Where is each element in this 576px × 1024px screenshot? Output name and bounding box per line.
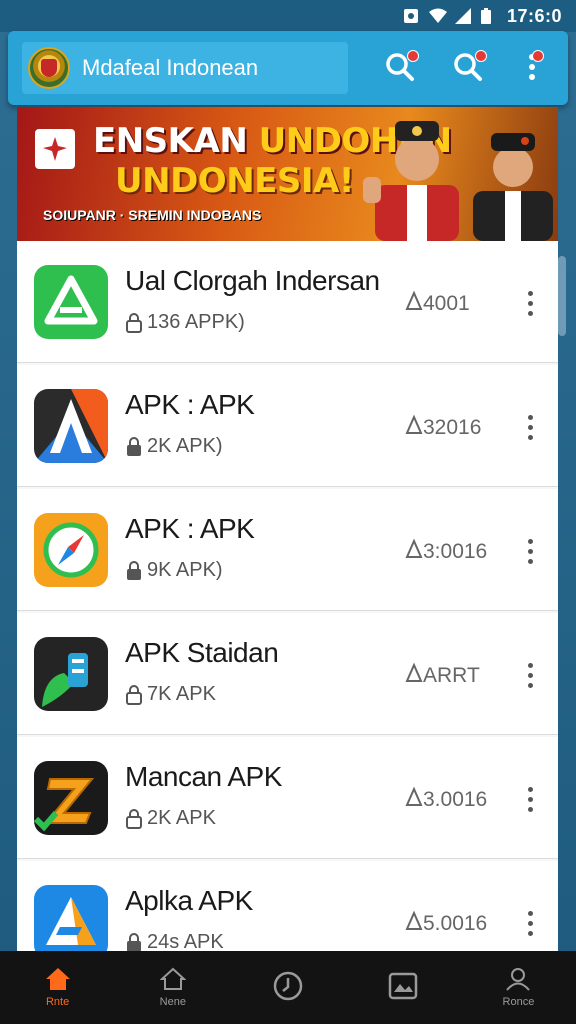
list-item[interactable]: Mancan APK 2K APK 3.0016	[17, 737, 558, 859]
app-title: Mdafeal Indonean	[82, 55, 259, 80]
z-logo-icon	[34, 761, 108, 835]
app-version: 32016	[405, 414, 481, 441]
lock-icon	[125, 436, 143, 457]
version-icon	[405, 414, 423, 441]
banner-tagline: SOIUPANR · SREMIN INDOBANS	[43, 207, 262, 223]
banner-subheadline: UNDONESIA!	[115, 161, 354, 201]
app-version: ARRT	[405, 662, 480, 689]
item-menu-button[interactable]	[517, 779, 543, 819]
list-item[interactable]: APK Staidan 7K APK ARRT	[17, 613, 558, 735]
version-icon	[405, 786, 423, 813]
app-title-box: Mdafeal Indonean	[22, 42, 348, 94]
list-item[interactable]: Aplka APK 24s APK 5.0016	[17, 861, 558, 951]
airplane-icon	[35, 129, 75, 169]
promo-banner[interactable]: ENSKAN UNDOHAN UNDONESIA! SOIUPANR · SRE…	[17, 107, 558, 241]
compass-icon	[34, 513, 108, 587]
item-menu-button[interactable]	[517, 283, 543, 323]
version-icon	[405, 538, 423, 565]
app-bar: Mdafeal Indonean	[8, 31, 568, 105]
app-name: Ual Clorgah Indersan	[125, 265, 380, 296]
app-name: Aplka APK	[125, 885, 253, 916]
app-name: Mancan APK	[125, 761, 282, 792]
app-size: 7K APK	[125, 683, 216, 706]
app-size: 24s APK	[125, 931, 224, 951]
list-item[interactable]: Ual Clorgah Indersan 136 APPK) 4001	[17, 241, 558, 363]
overflow-menu-button[interactable]	[510, 47, 554, 91]
green-triangle-icon	[34, 265, 108, 339]
notification-badge	[407, 50, 419, 62]
app-version: 5.0016	[405, 910, 487, 937]
status-bar: 17:6:0	[0, 0, 576, 32]
search-filter-button[interactable]	[446, 47, 490, 91]
nav-home[interactable]: Rnte	[0, 951, 115, 1024]
signal-icon	[454, 8, 471, 24]
home-outline-icon	[159, 967, 187, 994]
version-icon	[405, 910, 423, 937]
clock-icon	[272, 970, 304, 1005]
lock-icon	[125, 808, 143, 829]
notification-badge	[475, 50, 487, 62]
person-icon	[505, 967, 531, 994]
notification-icon	[403, 8, 419, 24]
lock-icon	[125, 684, 143, 705]
app-size: 9K APK)	[125, 559, 223, 582]
app-size: 2K APK)	[125, 435, 223, 458]
list-item[interactable]: APK : APK 9K APK) 3:0016	[17, 489, 558, 611]
app-name: APK : APK	[125, 389, 255, 420]
status-time: 17:6:0	[506, 5, 562, 26]
orange-a-icon	[34, 389, 108, 463]
item-menu-button[interactable]	[517, 903, 543, 943]
bottom-navigation: Rnte Nene Ronce	[0, 951, 576, 1024]
version-icon	[405, 290, 423, 317]
list-item[interactable]: APK : APK 2K APK) 32016	[17, 365, 558, 487]
search-button[interactable]	[378, 47, 422, 91]
garuda-emblem-logo	[28, 47, 70, 89]
notification-badge	[532, 50, 544, 62]
nav-apps[interactable]: Nene	[115, 951, 230, 1024]
list-scrollbar[interactable]	[558, 256, 566, 336]
banner-illustration	[363, 121, 553, 241]
app-size: 2K APK	[125, 807, 216, 830]
lock-icon	[125, 312, 143, 333]
item-menu-button[interactable]	[517, 407, 543, 447]
blue-triangle-icon	[34, 885, 108, 951]
wifi-icon	[428, 8, 447, 24]
lock-icon	[125, 932, 143, 951]
battery-icon	[480, 8, 497, 24]
nav-gallery[interactable]	[346, 951, 461, 1024]
nav-history[interactable]	[230, 951, 345, 1024]
item-menu-button[interactable]	[517, 655, 543, 695]
app-version: 4001	[405, 290, 470, 317]
item-menu-button[interactable]	[517, 531, 543, 571]
version-icon	[405, 662, 423, 689]
nav-profile[interactable]: Ronce	[461, 951, 576, 1024]
image-icon	[388, 972, 418, 1003]
app-list: Ual Clorgah Indersan 136 APPK) 4001 APK …	[17, 241, 558, 951]
home-icon	[45, 967, 71, 994]
app-version: 3.0016	[405, 786, 487, 813]
lock-icon	[125, 560, 143, 581]
app-name: APK : APK	[125, 513, 255, 544]
green-plug-icon	[34, 637, 108, 711]
app-version: 3:0016	[405, 538, 487, 565]
app-size: 136 APPK)	[125, 311, 245, 334]
app-name: APK Staidan	[125, 637, 279, 668]
